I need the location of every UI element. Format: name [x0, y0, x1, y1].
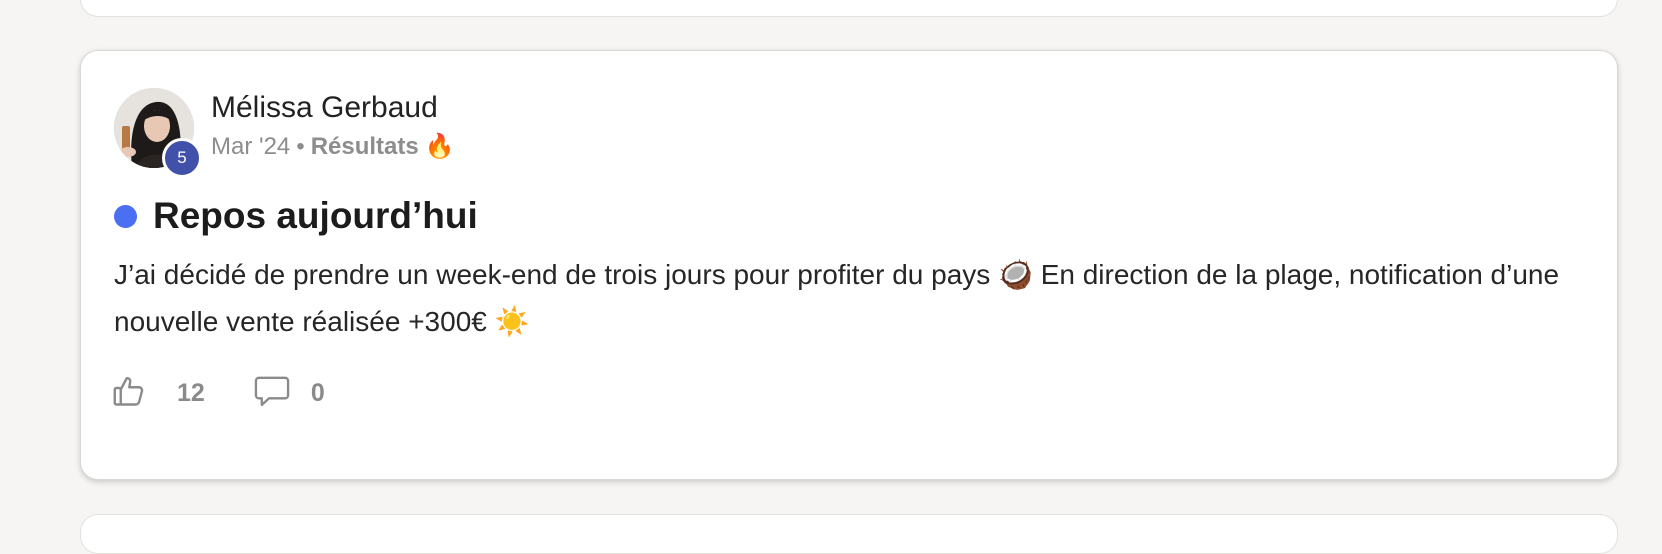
level-badge: 5	[162, 138, 202, 178]
author-meta: Mélissa Gerbaud Mar '24 • Résultats 🔥	[211, 88, 455, 162]
post-meta: Mar '24 • Résultats 🔥	[211, 132, 455, 162]
post-actions: 12 0	[111, 373, 325, 414]
author-name[interactable]: Mélissa Gerbaud	[211, 90, 455, 126]
post-author: 5 Mélissa Gerbaud Mar '24 • Résultats 🔥	[114, 88, 455, 178]
meta-separator: •	[296, 133, 305, 160]
post-body: J’ai décidé de prendre un week-end de tr…	[114, 259, 1560, 337]
avatar-wrapper[interactable]: 5	[114, 88, 202, 178]
comment-count: 0	[310, 379, 325, 407]
post-title[interactable]: Repos aujourd’hui	[153, 194, 478, 238]
unread-dot	[114, 204, 137, 228]
thumbs-up-icon	[111, 373, 147, 414]
fire-icon: 🔥	[424, 133, 455, 160]
post-title-row[interactable]: Repos aujourd’hui	[114, 194, 478, 238]
comment-bubble-icon	[253, 374, 291, 413]
next-post-card	[80, 514, 1618, 554]
comment-button[interactable]: 0	[253, 374, 325, 413]
post-category[interactable]: Résultats	[311, 132, 419, 162]
previous-post-card	[80, 0, 1618, 17]
like-count: 12	[177, 379, 205, 407]
like-button[interactable]: 12	[111, 373, 205, 414]
post-date: Mar '24	[211, 133, 291, 160]
post-card[interactable]: 5 Mélissa Gerbaud Mar '24 • Résultats 🔥 …	[80, 50, 1618, 480]
